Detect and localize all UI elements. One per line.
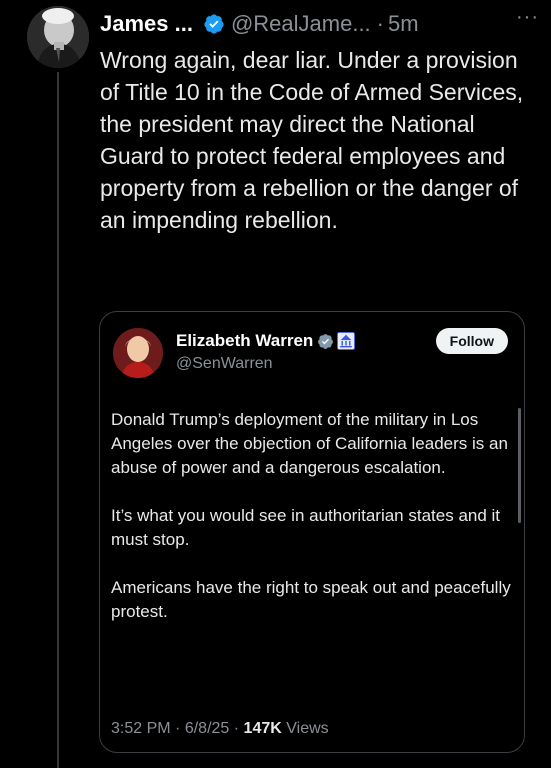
tweet-header: James ... @RealJame... · 5m ···	[100, 6, 545, 42]
quoted-author-avatar[interactable]	[113, 328, 163, 378]
quoted-time[interactable]: 3:52 PM	[111, 720, 171, 737]
verified-badge-icon	[204, 14, 224, 34]
views-count: 147K	[243, 720, 282, 737]
quoted-paragraph: It’s what you would see in authoritarian…	[111, 506, 501, 549]
author-avatar[interactable]	[27, 6, 89, 68]
quoted-tweet-card[interactable]: Elizabeth Warren @SenWarren Follow Donal…	[99, 311, 525, 753]
meta-separator: ·	[175, 720, 185, 737]
meta-separator: ·	[233, 720, 244, 737]
thread-line	[57, 72, 59, 768]
author-handle[interactable]: @RealJame...	[231, 11, 371, 37]
views-label: Views	[286, 720, 329, 737]
quoted-tweet-text: Donald Trump’s deployment of the militar…	[111, 408, 517, 648]
quoted-author-row: Elizabeth Warren	[176, 331, 356, 351]
follow-button[interactable]: Follow	[435, 328, 508, 354]
tweet-time[interactable]: 5m	[388, 11, 419, 37]
quoted-paragraph: Americans have the right to speak out an…	[111, 578, 511, 621]
quoted-paragraph: Donald Trump’s deployment of the militar…	[111, 410, 508, 477]
quoted-author-name[interactable]: Elizabeth Warren	[176, 331, 313, 351]
quoted-author-handle[interactable]: @SenWarren	[176, 355, 273, 373]
government-building-icon	[337, 332, 356, 350]
verified-badge-icon	[318, 333, 334, 349]
author-name[interactable]: James ...	[100, 11, 193, 37]
header-separator: ·	[376, 11, 384, 36]
scrollbar[interactable]	[518, 408, 521, 523]
more-options-icon[interactable]: ···	[516, 6, 539, 29]
quoted-date[interactable]: 6/8/25	[185, 720, 229, 737]
tweet-text: Wrong again, dear liar. Under a provisio…	[100, 47, 524, 233]
tweet-screen: James ... @RealJame... · 5m ··· Wrong ag…	[0, 0, 551, 768]
quoted-tweet-meta: 3:52 PM · 6/8/25 · 147K Views	[111, 720, 329, 738]
